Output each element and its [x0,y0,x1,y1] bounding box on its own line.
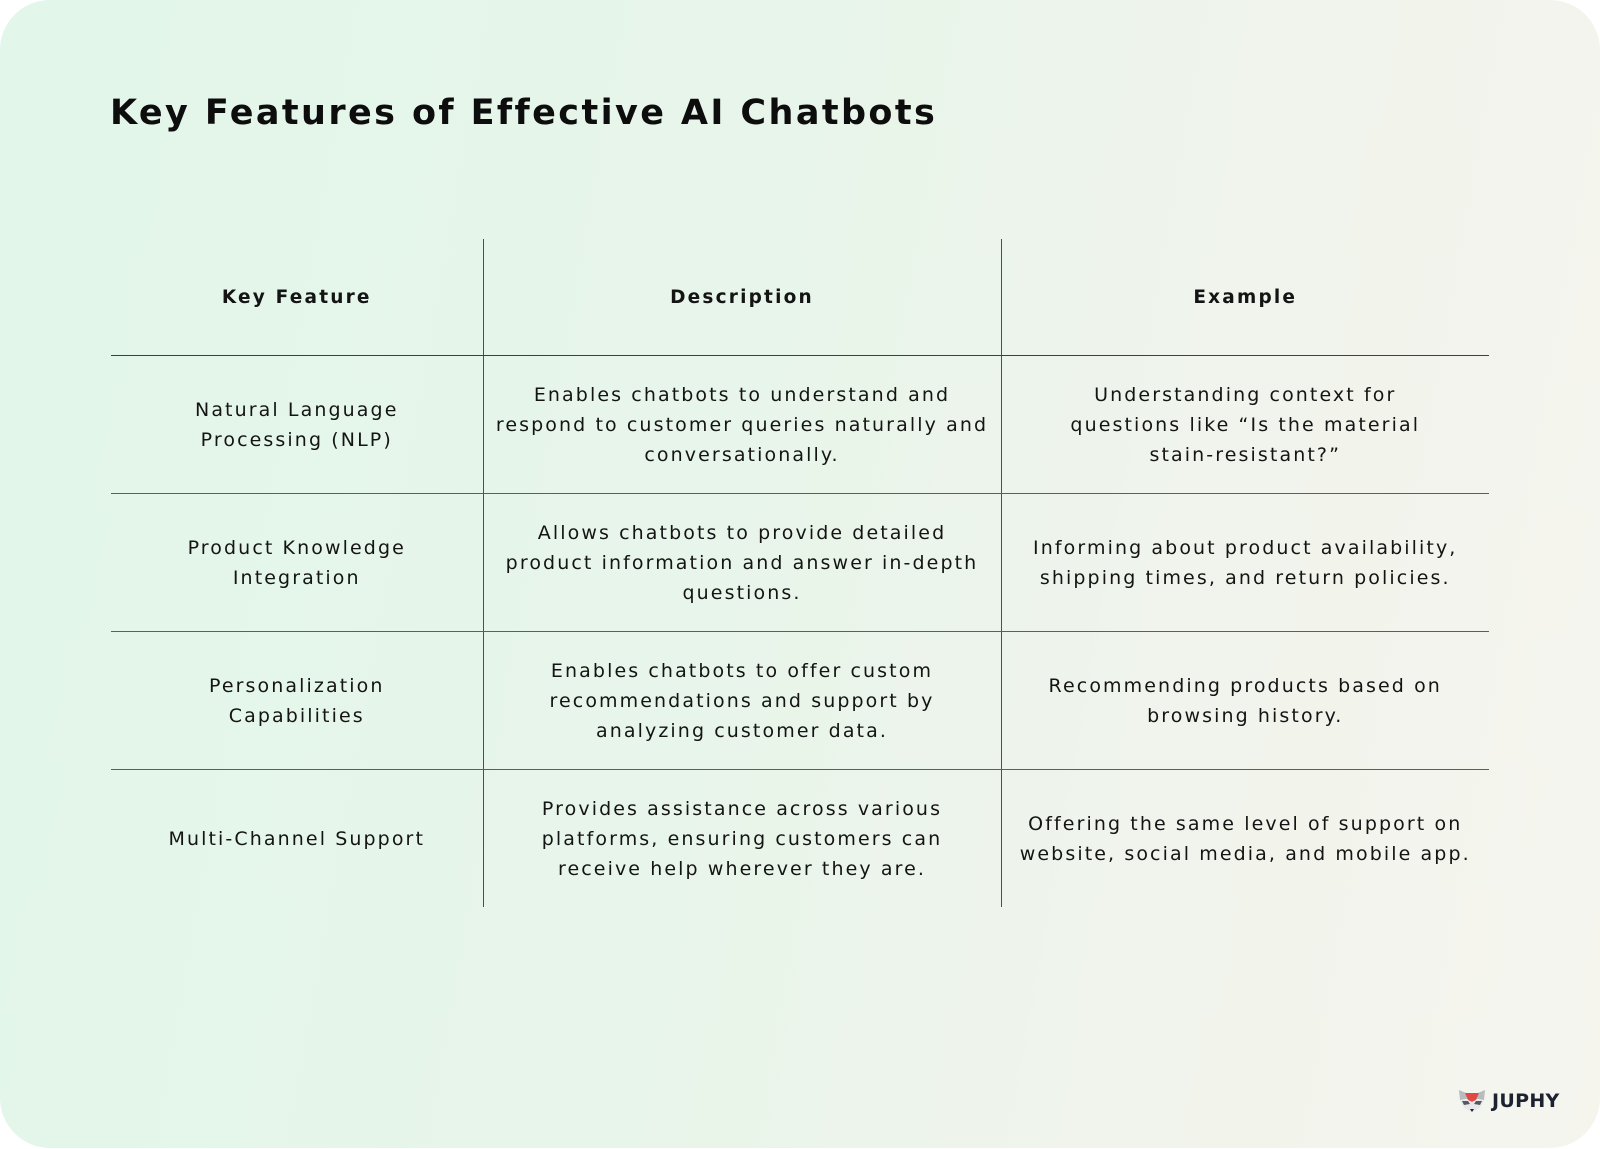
raccoon-face-icon [1459,1090,1485,1112]
brand-logo: JUPHY [1458,1088,1560,1114]
table-header-row: Key Feature Description Example [111,239,1489,356]
example-cell: Recommending products based on browsing … [1000,631,1489,770]
feature-example: Recommending products based on browsing … [1048,674,1442,727]
page-title: Key Features of Effective AI Chatbots [110,93,938,133]
column-header-key-feature: Key Feature [111,239,484,356]
feature-description: Provides assistance across various platf… [541,797,943,880]
feature-name: Multi-Channel Support [168,827,426,850]
feature-example: Informing about product availability, sh… [1033,536,1458,589]
table-row: Multi-Channel Support Provides assistanc… [111,769,1489,907]
feature-cell: Natural Language Processing (NLP) [111,355,484,494]
example-cell: Informing about product availability, sh… [1000,493,1489,632]
feature-name: Personalization Capabilities [208,674,385,727]
feature-name: Product Knowledge Integration [187,536,406,589]
example-cell: Understanding context for questions like… [1000,355,1489,494]
table-row: Natural Language Processing (NLP) Enable… [111,355,1489,494]
feature-cell: Product Knowledge Integration [111,493,484,632]
table-row: Product Knowledge Integration Allows cha… [111,493,1489,632]
description-cell: Enables chatbots to understand and respo… [482,355,1002,494]
table-row: Personalization Capabilities Enables cha… [111,631,1489,770]
example-cell: Offering the same level of support on we… [1000,769,1489,907]
description-cell: Allows chatbots to provide detailed prod… [482,493,1002,632]
description-cell: Provides assistance across various platf… [482,769,1002,907]
infographic-card: Key Features of Effective AI Chatbots Ke… [0,0,1600,1148]
feature-example: Offering the same level of support on we… [1019,812,1471,865]
column-header-example: Example [1000,239,1489,356]
feature-name: Natural Language Processing (NLP) [195,398,399,451]
column-header-description: Description [482,239,1002,356]
feature-example: Understanding context for questions like… [1070,383,1421,466]
feature-description: Allows chatbots to provide detailed prod… [505,521,979,604]
feature-description: Enables chatbots to offer custom recomme… [549,659,935,742]
feature-cell: Multi-Channel Support [111,769,484,907]
feature-cell: Personalization Capabilities [111,631,484,770]
feature-description: Enables chatbots to understand and respo… [495,383,989,466]
description-cell: Enables chatbots to offer custom recomme… [482,631,1002,770]
brand-name: JUPHY [1492,1090,1560,1112]
features-table: Key Feature Description Example Natural … [111,239,1489,907]
